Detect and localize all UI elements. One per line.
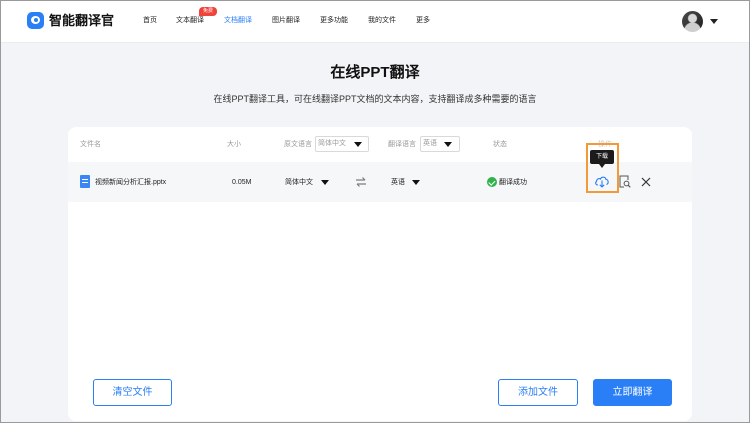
- row-filename: 视频新闻分析汇报.pptx: [95, 179, 167, 186]
- page-title: 在线PPT翻译: [330, 64, 420, 81]
- row-size: 0.05M: [232, 179, 252, 186]
- close-icon[interactable]: [641, 177, 651, 187]
- user-avatar[interactable]: [682, 11, 703, 32]
- page-subtitle: 在线PPT翻译工具，可在线翻译PPT文档的文本内容，支持翻译成多种需要的语言: [213, 94, 537, 104]
- caret-down-icon[interactable]: [321, 180, 329, 185]
- column-source-language: 原文语言: [284, 141, 312, 148]
- caret-down-icon[interactable]: [444, 142, 452, 147]
- nav-image-translate[interactable]: 图片翻译: [272, 16, 300, 25]
- caret-down-icon[interactable]: [412, 180, 420, 185]
- target-language-select[interactable]: 英语: [420, 136, 460, 152]
- column-size: 大小: [227, 141, 241, 148]
- nav-text-translate[interactable]: 文本翻译: [176, 16, 204, 25]
- clear-files-button[interactable]: 清空文件: [93, 379, 172, 406]
- app-logo-icon[interactable]: [27, 12, 44, 29]
- column-filename: 文件名: [80, 141, 101, 148]
- row-source-language[interactable]: 简体中文: [285, 178, 313, 187]
- cloud-download-icon[interactable]: [594, 174, 610, 188]
- row-target-language[interactable]: 英语: [391, 178, 405, 187]
- nav-more-features[interactable]: 更多功能: [320, 16, 348, 25]
- free-badge: 免费: [199, 7, 217, 16]
- preview-icon[interactable]: [618, 175, 631, 188]
- brand-name[interactable]: 智能翻译官: [49, 12, 114, 29]
- swap-icon[interactable]: [355, 176, 367, 188]
- caret-down-icon[interactable]: [354, 142, 362, 147]
- nav-my-files[interactable]: 我的文件: [368, 16, 396, 25]
- nav-home[interactable]: 首页: [143, 16, 157, 25]
- column-target-language: 翻译语言: [388, 141, 416, 148]
- source-language-select-value: 简体中文: [318, 140, 346, 147]
- check-circle-icon: [487, 177, 497, 187]
- nav-more[interactable]: 更多: [416, 16, 430, 25]
- target-language-select-value: 英语: [423, 140, 437, 147]
- row-status: 翻译成功: [499, 179, 527, 186]
- caret-down-icon[interactable]: [710, 19, 718, 24]
- column-status: 状态: [493, 141, 507, 148]
- nav-document-translate[interactable]: 文档翻译: [224, 16, 252, 25]
- add-file-button[interactable]: 添加文件: [498, 379, 578, 406]
- download-tooltip: 下载: [590, 150, 614, 168]
- translate-now-button[interactable]: 立即翻译: [593, 379, 672, 406]
- file-icon: [80, 175, 90, 188]
